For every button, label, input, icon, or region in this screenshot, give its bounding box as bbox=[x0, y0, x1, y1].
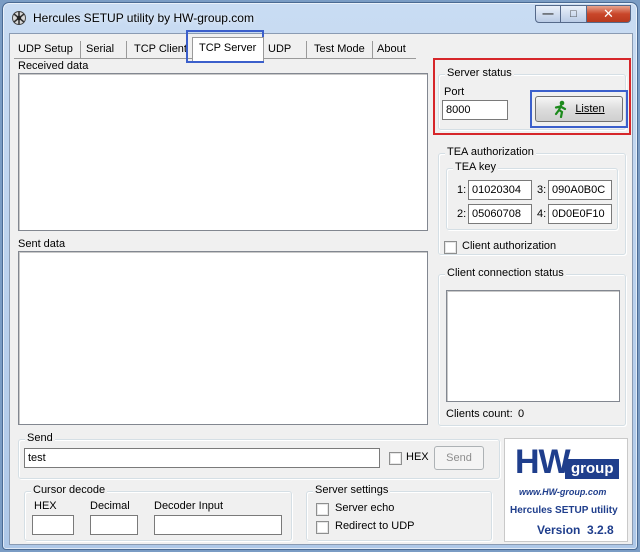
clients-count-label: Clients count: bbox=[446, 408, 513, 420]
tea-key-3-label: 3: bbox=[537, 184, 547, 196]
redirect-to-udp-label: Redirect to UDP bbox=[335, 520, 415, 532]
decoder-input[interactable] bbox=[154, 515, 282, 535]
server-status-title: Server status bbox=[445, 67, 514, 79]
server-echo-checkbox[interactable] bbox=[316, 503, 329, 516]
redirect-to-udp-checkbox[interactable] bbox=[316, 521, 329, 534]
app-icon[interactable] bbox=[11, 10, 27, 26]
cursor-decimal-input[interactable] bbox=[90, 515, 138, 535]
tea-authorization-title: TEA authorization bbox=[445, 146, 536, 158]
tea-key-1-label: 1: bbox=[457, 184, 467, 196]
tab-about[interactable]: About bbox=[372, 41, 408, 59]
logo-url: www.HW-group.com bbox=[519, 487, 607, 497]
logo-product-name: Hercules SETUP utility bbox=[510, 505, 618, 516]
hw-group-logo: HW group www.HW-group.com Hercules SETUP… bbox=[504, 438, 628, 542]
tea-key-title: TEA key bbox=[453, 161, 498, 173]
clients-count-value: 0 bbox=[518, 408, 525, 420]
client-authorization-checkbox[interactable] bbox=[444, 241, 457, 254]
hw-group-logo-mark: HW group bbox=[515, 443, 619, 481]
received-data-area[interactable] bbox=[18, 73, 428, 231]
port-label: Port bbox=[444, 86, 465, 98]
main-panel: UDP Setup Serial TCP Client TCP Server U… bbox=[9, 30, 633, 545]
tab-serial[interactable]: Serial bbox=[80, 41, 117, 59]
decoder-input-label: Decoder Input bbox=[154, 500, 224, 512]
cursor-decode-title: Cursor decode bbox=[31, 484, 108, 496]
server-settings-title: Server settings bbox=[313, 484, 391, 496]
client-list[interactable] bbox=[446, 290, 620, 402]
cursor-hex-label: HEX bbox=[34, 500, 57, 512]
window-title: Hercules SETUP utility by HW-group.com bbox=[33, 11, 254, 25]
maximize-icon: □ bbox=[570, 8, 577, 20]
tea-key-1-input[interactable]: 01020304 bbox=[468, 180, 532, 200]
client-authorization-label: Client authorization bbox=[462, 240, 557, 252]
logo-hw-text: HW bbox=[515, 443, 571, 481]
tea-key-4-input[interactable]: 0D0E0F10 bbox=[548, 204, 612, 224]
logo-group-text: group bbox=[571, 460, 614, 477]
hex-checkbox[interactable] bbox=[389, 452, 402, 465]
client-connection-status-title: Client connection status bbox=[445, 267, 566, 279]
hex-label: HEX bbox=[406, 451, 429, 463]
sent-data-area[interactable] bbox=[18, 251, 428, 425]
logo-version: Version 3.2.8 bbox=[537, 523, 614, 537]
tea-key-3-input[interactable]: 090A0B0C bbox=[548, 180, 612, 200]
port-input[interactable]: 8000 bbox=[442, 100, 508, 120]
title-bar[interactable]: Hercules SETUP utility by HW-group.com —… bbox=[3, 3, 637, 33]
close-button[interactable]: ✕ bbox=[587, 5, 631, 23]
maximize-button[interactable]: □ bbox=[561, 5, 587, 23]
send-title: Send bbox=[25, 432, 55, 444]
tab-tcp-client[interactable]: TCP Client bbox=[126, 41, 189, 59]
server-settings-group: Server settings bbox=[306, 484, 492, 541]
tab-udp[interactable]: UDP bbox=[266, 41, 294, 59]
send-input[interactable]: test bbox=[24, 448, 380, 468]
server-echo-label: Server echo bbox=[335, 502, 395, 514]
sent-data-label: Sent data bbox=[18, 238, 66, 250]
cursor-decimal-label: Decimal bbox=[90, 500, 130, 512]
tea-key-4-label: 4: bbox=[537, 208, 547, 220]
tab-test-mode[interactable]: Test Mode bbox=[306, 41, 367, 59]
send-button[interactable]: Send bbox=[434, 446, 484, 470]
app-window: Hercules SETUP utility by HW-group.com —… bbox=[2, 2, 638, 550]
tea-key-2-label: 2: bbox=[457, 208, 467, 220]
tab-tcp-server[interactable]: TCP Server bbox=[192, 37, 264, 61]
received-data-label: Received data bbox=[18, 60, 89, 72]
tea-key-2-input[interactable]: 05060708 bbox=[468, 204, 532, 224]
close-icon: ✕ bbox=[603, 6, 614, 21]
cursor-hex-input[interactable] bbox=[32, 515, 74, 535]
tab-udp-setup[interactable]: UDP Setup bbox=[16, 41, 75, 59]
minimize-button[interactable]: — bbox=[535, 5, 561, 23]
listen-highlight-box bbox=[530, 90, 628, 128]
logo-group-band: group bbox=[565, 459, 619, 479]
minimize-icon: — bbox=[542, 8, 554, 20]
